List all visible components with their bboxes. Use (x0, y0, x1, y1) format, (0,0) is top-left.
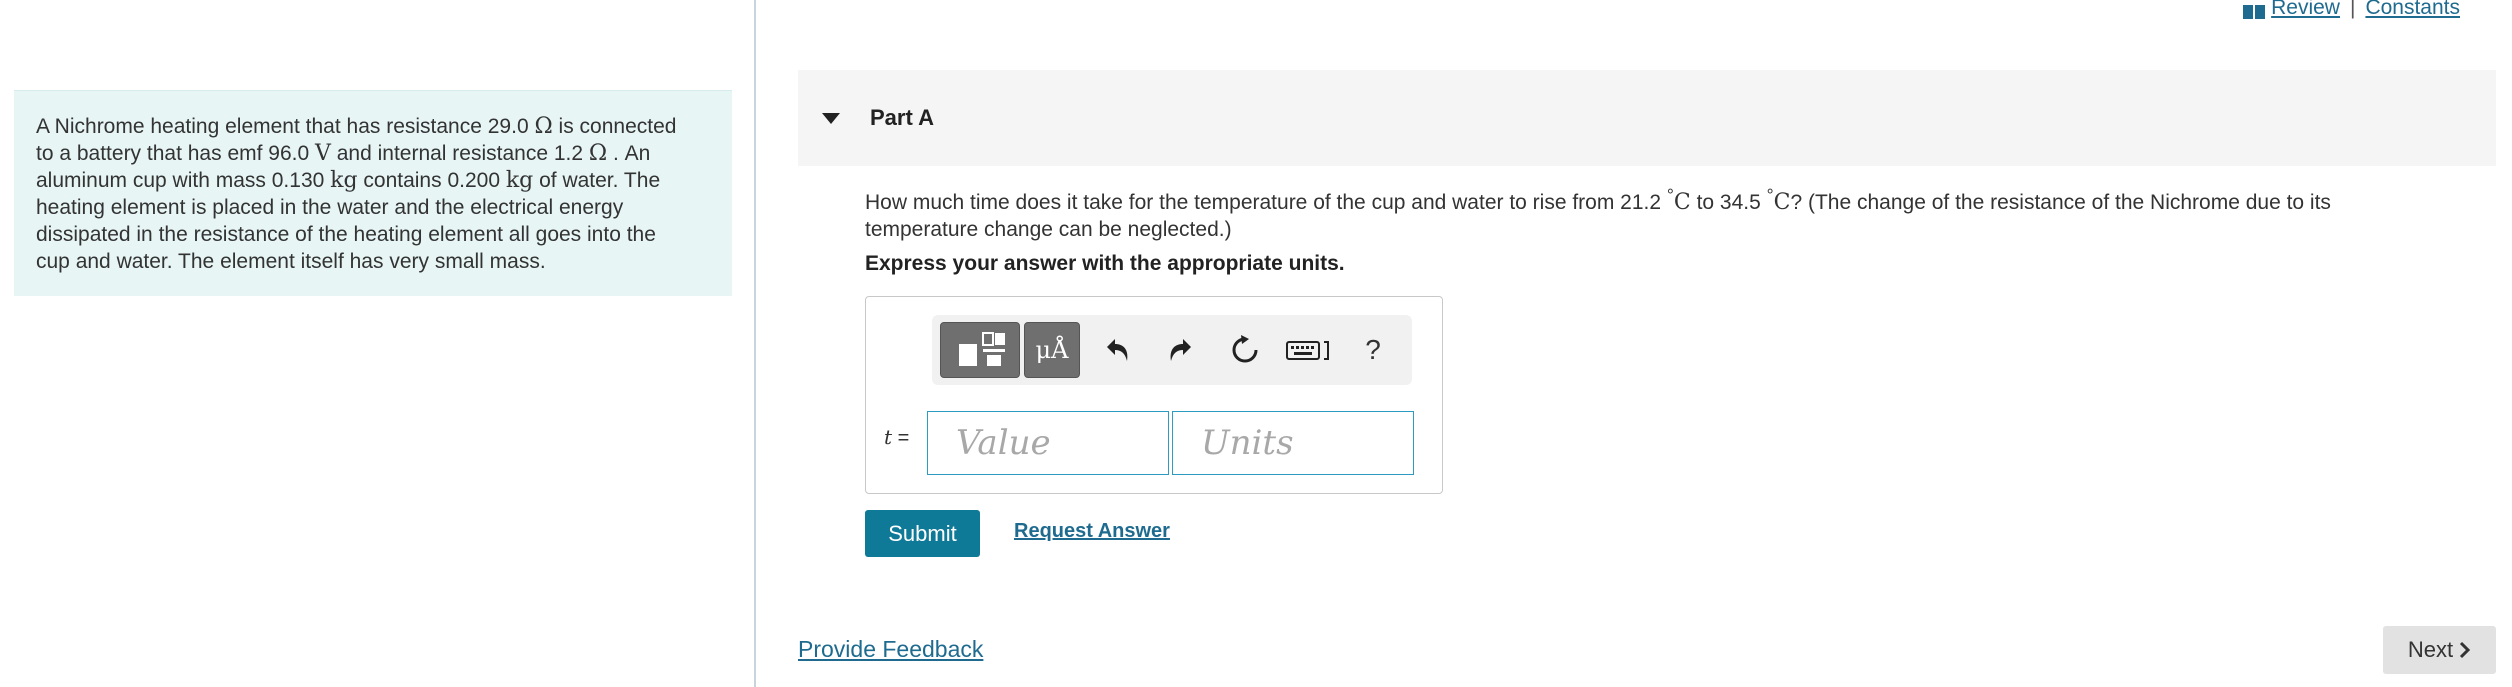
pane-divider (754, 0, 756, 687)
top-nav: Review | Constants (2243, 0, 2460, 20)
answer-box: μÅ ? t = Value Units (865, 296, 1443, 494)
degree-symbol: ° (1666, 185, 1674, 205)
problem-line-1: A Nichrome heating element that has resi… (36, 113, 710, 140)
problem-text: to a battery that has emf 96.0 (36, 142, 315, 165)
problem-line-5: dissipated in the resistance of the heat… (36, 223, 656, 246)
part-title: Part A (870, 105, 934, 130)
math-toolbar: μÅ ? (932, 315, 1412, 385)
question-line-1: How much time does it take for the tempe… (865, 182, 2425, 216)
question-fragment: ? (The change of the resistance of the N… (1790, 191, 2331, 214)
problem-line-6: cup and water. The element itself has ve… (36, 250, 546, 273)
next-button[interactable]: Next (2383, 626, 2496, 674)
part-a-header[interactable]: Part A (798, 70, 2496, 166)
problem-math: V (315, 141, 331, 166)
review-link[interactable]: Review (2271, 0, 2340, 20)
equals-sign: = (892, 427, 910, 449)
undo-button[interactable] (1090, 325, 1144, 375)
question-fragment: to 34.5 (1690, 191, 1767, 214)
units-button[interactable]: μÅ (1024, 322, 1080, 378)
keyboard-icon (1286, 341, 1329, 360)
problem-statement: A Nichrome heating element that has resi… (14, 90, 732, 296)
next-label: Next (2407, 637, 2454, 662)
question-fragment: How much time does it take for the tempe… (865, 191, 1667, 214)
unit-celsius: C (1673, 190, 1691, 215)
degree-symbol: ° (1766, 185, 1774, 205)
problem-line-3: aluminum cup with mass 0.130 kg contains… (36, 167, 710, 194)
problem-text: is connected (552, 115, 677, 138)
problem-text: and internal resistance 1.2 (330, 142, 589, 165)
request-answer-link[interactable]: Request Answer (1014, 520, 1170, 543)
units-icon: μÅ (1035, 336, 1069, 364)
problem-line-2: to a battery that has emf 96.0 V and int… (36, 140, 710, 167)
problem-math: kg (505, 168, 534, 193)
question-text: How much time does it take for the tempe… (865, 182, 2425, 243)
templates-icon (959, 332, 1005, 366)
redo-button[interactable] (1154, 325, 1208, 375)
problem-line-4: heating element is placed in the water a… (36, 196, 624, 219)
unit-celsius: C (1773, 190, 1791, 215)
variable-symbol: t (884, 425, 893, 449)
redo-icon (1170, 339, 1191, 361)
problem-text: contains 0.200 (357, 169, 506, 192)
value-input[interactable]: Value (927, 411, 1169, 475)
units-input[interactable]: Units (1172, 411, 1414, 475)
nav-separator: | (2349, 0, 2356, 19)
book-icon (2243, 1, 2266, 19)
reset-icon (1232, 335, 1258, 363)
problem-text: of water. The (533, 169, 661, 192)
reset-button[interactable] (1218, 325, 1272, 375)
help-icon: ? (1365, 334, 1381, 365)
problem-math: Ω (588, 141, 608, 166)
problem-text: A Nichrome heating element that has resi… (36, 115, 535, 138)
templates-button[interactable] (940, 322, 1020, 378)
constants-link[interactable]: Constants (2365, 0, 2460, 20)
problem-text: . An (607, 142, 651, 165)
submit-button[interactable]: Submit (865, 510, 980, 557)
answer-instruction: Express your answer with the appropriate… (865, 252, 1345, 275)
keyboard-button[interactable] (1282, 325, 1336, 375)
chevron-right-icon (2460, 641, 2471, 659)
undo-icon (1107, 339, 1128, 361)
answer-variable-label: t = (884, 425, 909, 450)
problem-pane: A Nichrome heating element that has resi… (0, 0, 754, 687)
question-line-2: temperature change can be neglected.) (865, 218, 1232, 241)
help-button[interactable]: ? (1346, 325, 1400, 375)
collapse-triangle-icon[interactable] (822, 112, 840, 124)
problem-math: kg (330, 168, 358, 193)
provide-feedback-link[interactable]: Provide Feedback (798, 636, 983, 663)
problem-math: Ω (534, 114, 553, 139)
problem-text: aluminum cup with mass 0.130 (36, 169, 331, 192)
